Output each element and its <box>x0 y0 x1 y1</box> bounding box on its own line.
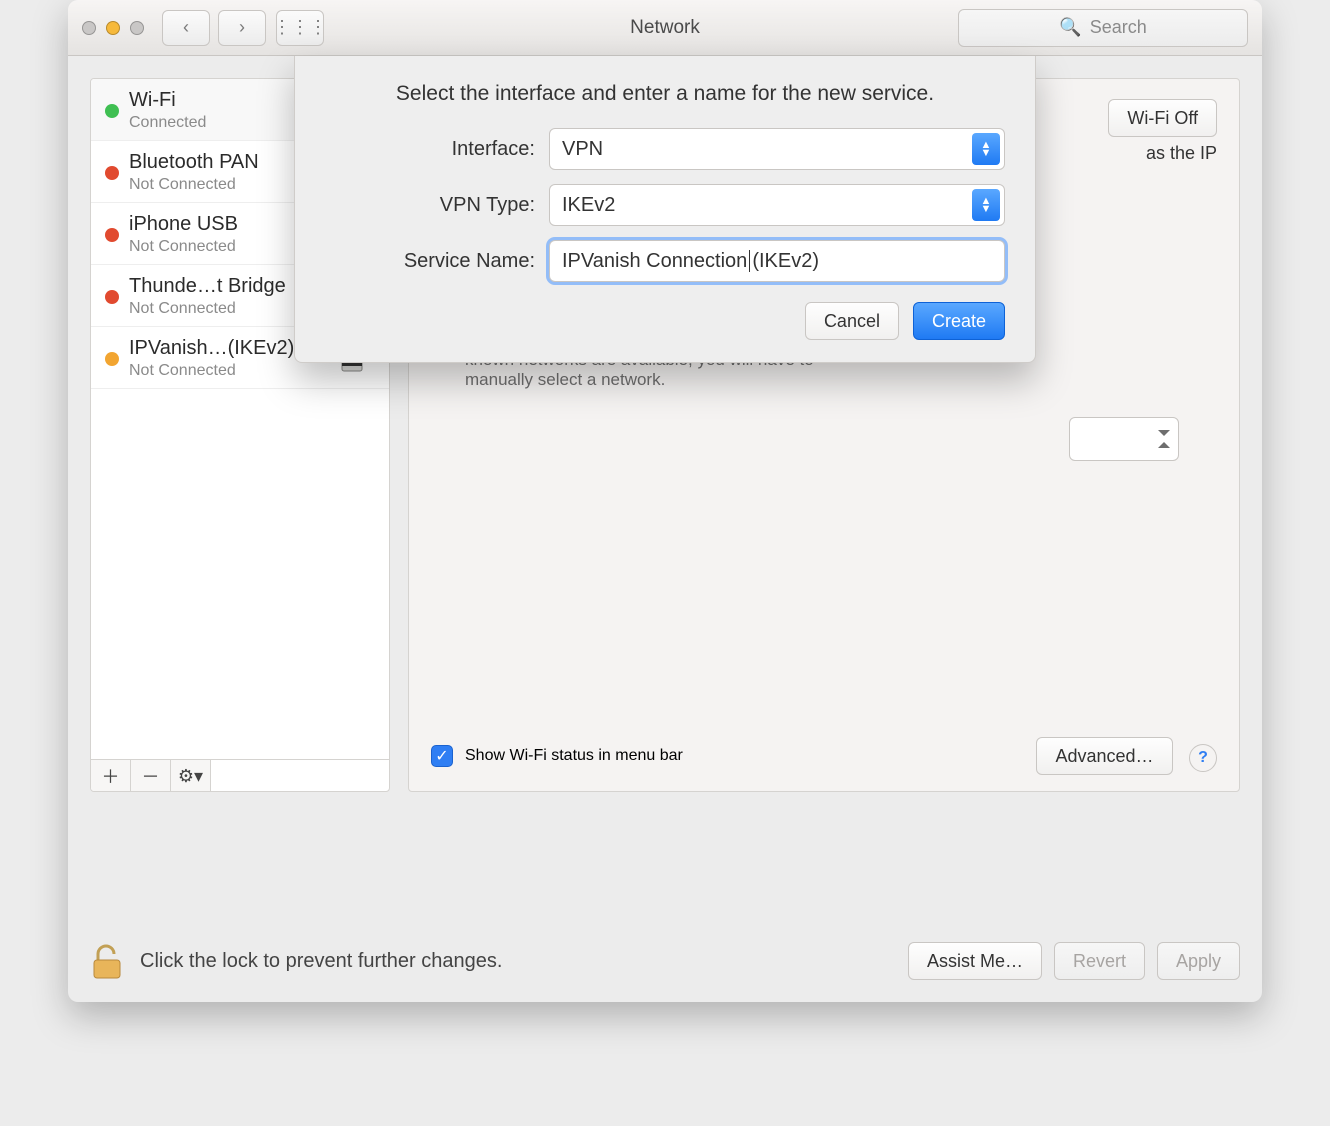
forward-button[interactable]: › <box>218 10 266 46</box>
status-dot-icon <box>105 290 119 304</box>
interface-row: Interface: VPN ▲▼ <box>325 128 1005 170</box>
footer-buttons: Assist Me… Revert Apply <box>908 942 1240 980</box>
interface-label: Interface: <box>325 138 535 161</box>
chevrons-icon: ▲▼ <box>972 133 1000 165</box>
service-list-tools: ＋ － ⚙︎▾ <box>91 759 389 791</box>
create-button[interactable]: Create <box>913 302 1005 340</box>
service-name-label: Service Name: <box>325 250 535 273</box>
interface-select[interactable]: VPN ▲▼ <box>549 128 1005 170</box>
chevrons-icon: ▲▼ <box>972 189 1000 221</box>
vpn-type-select[interactable]: IKEv2 ▲▼ <box>549 184 1005 226</box>
service-name: Thunde…t Bridge <box>129 275 286 298</box>
traffic-lights <box>82 21 144 35</box>
vpn-type-row: VPN Type: IKEv2 ▲▼ <box>325 184 1005 226</box>
network-window: ‹ › ⋮⋮⋮ Network 🔍 Search Wi-Fi Connected <box>68 0 1262 1002</box>
service-text: IPVanish…(IKEv2) Not Connected <box>129 337 294 380</box>
interface-value: VPN <box>562 138 603 161</box>
detail-footer: ✓ Show Wi-Fi status in menu bar Advanced… <box>431 737 1217 775</box>
service-text: iPhone USB Not Connected <box>129 213 238 256</box>
window-title: Network <box>630 17 700 39</box>
status-dot-icon <box>105 228 119 242</box>
show-status-row: ✓ Show Wi-Fi status in menu bar <box>431 745 683 767</box>
nav-back-forward: ‹ › <box>162 10 266 46</box>
service-text: Wi-Fi Connected <box>129 89 206 132</box>
service-status: Not Connected <box>129 238 238 256</box>
window-footer: Click the lock to prevent further change… <box>90 942 1240 980</box>
service-status: Not Connected <box>129 176 259 194</box>
status-peek: Wi-Fi Off as the IP <box>1108 99 1217 164</box>
service-name-input[interactable]: IPVanish Connection (IKEv2) <box>549 240 1005 282</box>
network-name-dropdown[interactable] <box>1069 417 1179 461</box>
close-window-button[interactable] <box>82 21 96 35</box>
back-button[interactable]: ‹ <box>162 10 210 46</box>
help-button[interactable]: ? <box>1189 744 1217 772</box>
service-status: Not Connected <box>129 362 294 380</box>
sheet-instruction: Select the interface and enter a name fo… <box>325 82 1005 106</box>
search-placeholder: Search <box>1090 17 1147 38</box>
show-status-checkbox[interactable]: ✓ <box>431 745 453 767</box>
detail-footer-right: Advanced… ? <box>1036 737 1217 775</box>
show-all-button[interactable]: ⋮⋮⋮ <box>276 10 324 46</box>
revert-button[interactable]: Revert <box>1054 942 1145 980</box>
service-text: Bluetooth PAN Not Connected <box>129 151 259 194</box>
lock-note: Click the lock to prevent further change… <box>140 950 502 973</box>
minimize-window-button[interactable] <box>106 21 120 35</box>
service-name-row: Service Name: IPVanish Connection (IKEv2… <box>325 240 1005 282</box>
advanced-button[interactable]: Advanced… <box>1036 737 1172 775</box>
turn-wifi-off-button[interactable]: Wi-Fi Off <box>1108 99 1217 137</box>
service-status: Connected <box>129 114 206 132</box>
service-name: Wi-Fi <box>129 89 206 112</box>
stepper-icon <box>1069 417 1179 461</box>
text-cursor-icon <box>749 250 750 272</box>
ip-text-tail: as the IP <box>1146 143 1217 164</box>
status-dot-icon <box>105 104 119 118</box>
service-status: Not Connected <box>129 300 286 318</box>
service-name-value-a: IPVanish Connection <box>562 250 747 273</box>
service-text: Thunde…t Bridge Not Connected <box>129 275 286 318</box>
maximize-window-button[interactable] <box>130 21 144 35</box>
service-name: IPVanish…(IKEv2) <box>129 337 294 360</box>
vpn-type-label: VPN Type: <box>325 194 535 217</box>
unlock-icon[interactable] <box>90 942 124 980</box>
service-actions-menu[interactable]: ⚙︎▾ <box>171 760 211 792</box>
add-service-button[interactable]: ＋ <box>91 760 131 792</box>
sheet-actions: Cancel Create <box>325 302 1005 340</box>
vpn-type-value: IKEv2 <box>562 194 615 217</box>
search-icon: 🔍 <box>1059 17 1081 38</box>
search-field[interactable]: 🔍 Search <box>958 9 1248 47</box>
cancel-button[interactable]: Cancel <box>805 302 899 340</box>
status-dot-icon <box>105 166 119 180</box>
status-dot-icon <box>105 352 119 366</box>
show-all-button-group: ⋮⋮⋮ <box>276 10 324 46</box>
service-name: Bluetooth PAN <box>129 151 259 174</box>
show-status-label: Show Wi-Fi status in menu bar <box>465 747 683 765</box>
new-service-sheet: Select the interface and enter a name fo… <box>294 56 1036 363</box>
remove-service-button[interactable]: － <box>131 760 171 792</box>
apply-button[interactable]: Apply <box>1157 942 1240 980</box>
assist-me-button[interactable]: Assist Me… <box>908 942 1042 980</box>
titlebar: ‹ › ⋮⋮⋮ Network 🔍 Search <box>68 0 1262 56</box>
service-name-value-b: (IKEv2) <box>752 250 819 273</box>
service-name: iPhone USB <box>129 213 238 236</box>
